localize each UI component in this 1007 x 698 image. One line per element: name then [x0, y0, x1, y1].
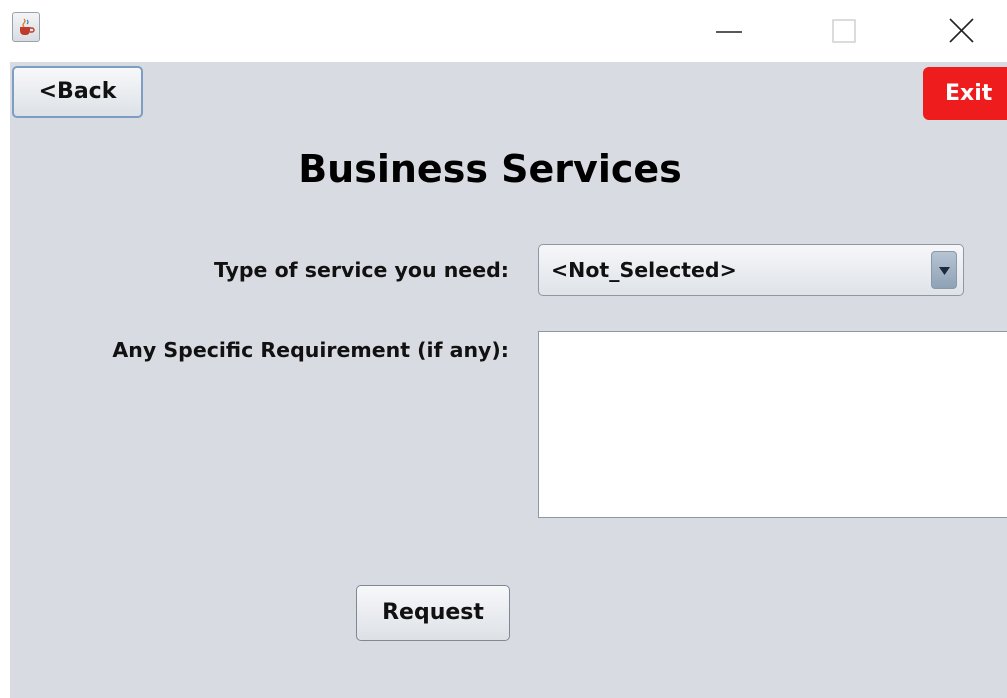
- requirement-textarea[interactable]: [538, 331, 1007, 518]
- close-icon: [949, 18, 974, 43]
- back-button[interactable]: <Back: [12, 66, 143, 118]
- application-window: <Back Exit Business Services Type of ser…: [0, 0, 1007, 698]
- service-type-label: Type of service you need:: [213, 258, 509, 282]
- maximize-icon: [832, 19, 856, 43]
- title-bar[interactable]: [0, 0, 1007, 62]
- service-type-dropdown[interactable]: <Not_Selected>: [538, 244, 964, 296]
- exit-button[interactable]: Exit: [923, 67, 1007, 120]
- minimize-icon: [716, 31, 742, 33]
- dropdown-arrow-button[interactable]: [931, 251, 957, 289]
- request-button[interactable]: Request: [356, 585, 510, 641]
- page-title: Business Services: [298, 147, 682, 191]
- maximize-button[interactable]: [822, 10, 868, 50]
- content-panel: <Back Exit Business Services Type of ser…: [10, 62, 1007, 698]
- service-type-selected-value: <Not_Selected>: [551, 258, 737, 282]
- java-cup-icon[interactable]: [12, 12, 40, 42]
- minimize-button[interactable]: [706, 10, 752, 50]
- close-button[interactable]: [938, 10, 984, 50]
- chevron-down-icon: [939, 267, 950, 275]
- requirement-label: Any Specific Requirement (if any):: [112, 338, 509, 362]
